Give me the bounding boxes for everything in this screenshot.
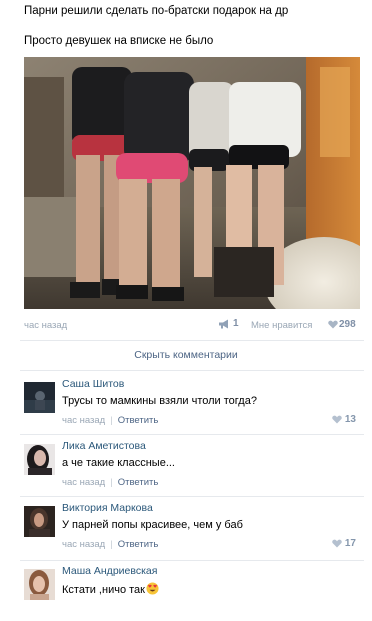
separator: |	[110, 477, 113, 488]
comment-author[interactable]: Лика Аметистова	[62, 440, 146, 452]
share-count: 1	[233, 318, 239, 329]
like-count: 298	[339, 319, 356, 330]
comment-like-button[interactable]: 17	[332, 538, 356, 549]
comment: Виктория Маркова У парней попы красивее,…	[24, 502, 364, 560]
reply-link[interactable]: Ответить	[118, 415, 159, 426]
comment-meta: час назад | Ответить	[62, 477, 158, 488]
divider	[20, 370, 364, 371]
comment: Саша Шитов Трусы то мамкины взяли чтоли …	[24, 378, 364, 436]
heart-icon[interactable]	[328, 320, 338, 329]
divider	[20, 560, 364, 561]
comment-author[interactable]: Маша Андриевская	[62, 565, 157, 577]
divider	[20, 496, 364, 497]
comment-text: У парней попы красивее, чем у баб	[62, 519, 243, 531]
comment-text: Кстати ,ничо так	[62, 582, 159, 596]
post-text-line-1: Парни решили сделать по-братски подарок …	[24, 5, 289, 17]
comment-text-content: Кстати ,ничо так	[62, 584, 145, 596]
separator: |	[110, 415, 113, 426]
post-photo-image	[24, 57, 360, 309]
comment-like-count: 17	[344, 538, 356, 549]
comment-text: Трусы то мамкины взяли чтоли тогда?	[62, 395, 257, 407]
heart-eyes-emoji-icon	[146, 582, 159, 595]
comment-author[interactable]: Виктория Маркова	[62, 502, 153, 514]
comment-author[interactable]: Саша Шитов	[62, 378, 124, 390]
comment: Маша Андриевская Кстати ,ничо так	[24, 565, 364, 621]
hide-comments-link[interactable]: Скрыть комментарии	[0, 349, 372, 361]
comment-meta: час назад | Ответить	[62, 415, 158, 426]
post-meta: час назад 1 Мне нравится 298	[24, 318, 360, 332]
comment-time[interactable]: час назад	[62, 415, 105, 426]
avatar[interactable]	[24, 444, 55, 475]
heart-icon	[332, 539, 342, 548]
post-time[interactable]: час назад	[24, 320, 67, 331]
like-label[interactable]: Мне нравится	[251, 320, 312, 331]
avatar[interactable]	[24, 382, 55, 413]
reply-link[interactable]: Ответить	[118, 539, 159, 550]
megaphone-icon	[219, 319, 228, 328]
comment-like-count: 13	[344, 414, 356, 425]
heart-icon	[332, 415, 342, 424]
comment-meta: час назад | Ответить	[62, 539, 158, 550]
avatar[interactable]	[24, 569, 55, 600]
comment-like-button[interactable]: 13	[332, 414, 356, 425]
comment-time[interactable]: час назад	[62, 477, 105, 488]
post-photo[interactable]	[24, 57, 360, 309]
divider	[20, 340, 364, 341]
comment-time[interactable]: час назад	[62, 539, 105, 550]
avatar[interactable]	[24, 506, 55, 537]
divider	[20, 434, 364, 435]
comment-text: а че такие классные...	[62, 457, 175, 469]
comment: Лика Аметистова а че такие классные... ч…	[24, 440, 364, 498]
post-text: Парни решили сделать по-братски подарок …	[24, 4, 364, 48]
post-text-line-2: Просто девушек на вписке не было	[24, 35, 214, 47]
share-button[interactable]: 1	[218, 318, 239, 329]
reply-link[interactable]: Ответить	[118, 477, 159, 488]
separator: |	[110, 539, 113, 550]
